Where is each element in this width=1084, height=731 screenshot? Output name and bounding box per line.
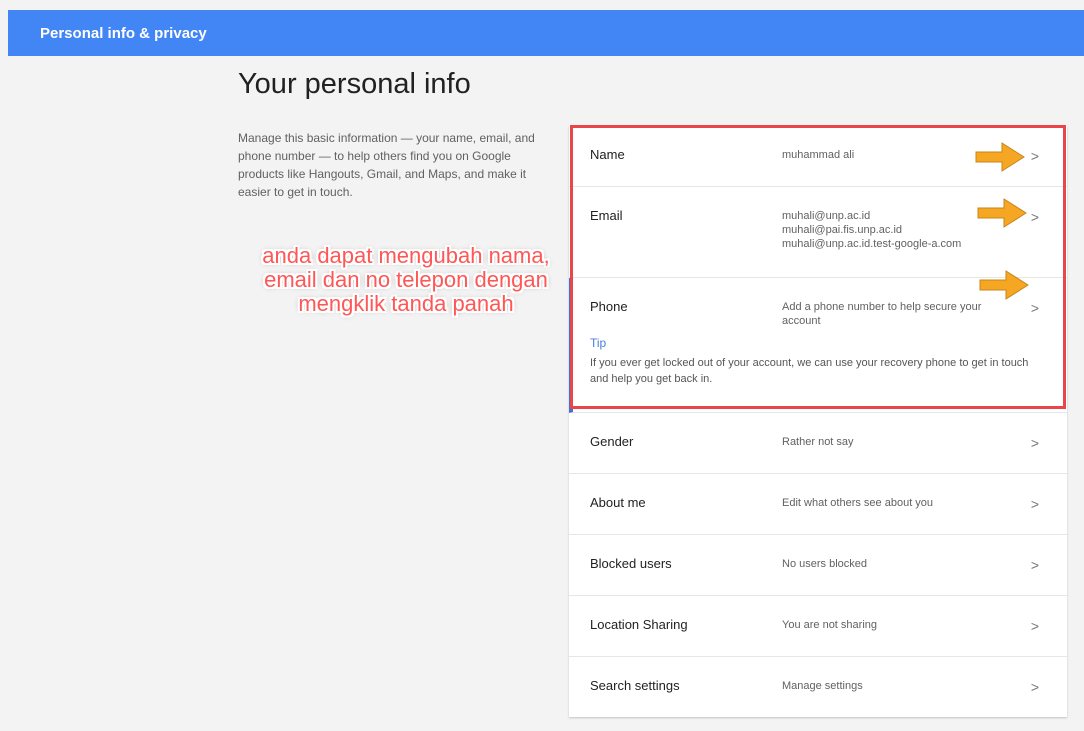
chevron-right-icon[interactable]: > <box>1031 557 1039 573</box>
tip-text: If you ever get locked out of your accou… <box>590 357 1029 385</box>
row-name[interactable]: Name muhammad ali > <box>569 126 1067 187</box>
row-label: Phone <box>590 299 628 314</box>
row-about-me[interactable]: About me Edit what others see about you … <box>569 474 1067 535</box>
row-search-settings[interactable]: Search settings Manage settings > <box>569 657 1067 717</box>
chevron-right-icon[interactable]: > <box>1031 300 1039 316</box>
top-app-bar: Personal info & privacy <box>8 10 1084 56</box>
row-label: Email <box>590 208 623 223</box>
page-description: Manage this basic information — your nam… <box>238 131 535 199</box>
app-bar-title[interactable]: Personal info & privacy <box>40 25 207 42</box>
row-label: Gender <box>590 434 634 449</box>
row-value: muhammad ali <box>782 149 855 161</box>
annotation-callout: anda dapat mengubah nama, email dan no t… <box>262 243 550 316</box>
chevron-right-icon[interactable]: > <box>1031 618 1039 634</box>
row-gender[interactable]: Gender Rather not say > <box>569 413 1067 474</box>
chevron-right-icon[interactable]: > <box>1031 209 1039 225</box>
row-value: Edit what others see about you <box>782 497 934 509</box>
chevron-right-icon[interactable]: > <box>1031 496 1039 512</box>
page-title: Your personal info <box>238 68 471 100</box>
tip-label: Tip <box>590 336 607 350</box>
chevron-right-icon[interactable]: > <box>1031 679 1039 695</box>
row-value: You are not sharing <box>782 619 877 631</box>
email-address: muhali@unp.ac.id.test-google-a.com <box>782 238 962 250</box>
email-address: muhali@pai.fis.unp.ac.id <box>782 224 903 236</box>
row-label: Location Sharing <box>590 617 688 632</box>
email-list: muhali@unp.ac.id muhali@pai.fis.unp.ac.i… <box>782 209 1002 251</box>
row-value: Rather not say <box>782 436 854 448</box>
chevron-right-icon[interactable]: > <box>1031 435 1039 451</box>
email-address: muhali@unp.ac.id <box>782 210 871 222</box>
row-label: Blocked users <box>590 556 672 571</box>
row-label: Name <box>590 147 625 162</box>
row-blocked-users[interactable]: Blocked users No users blocked > <box>569 535 1067 596</box>
row-value: No users blocked <box>782 558 867 570</box>
row-value: Add a phone number to help secure your a… <box>782 301 982 327</box>
personal-info-card: Name muhammad ali > Email muhali@unp.ac.… <box>569 126 1067 717</box>
row-label: Search settings <box>590 678 680 693</box>
row-label: About me <box>590 495 646 510</box>
row-phone[interactable]: Phone Add a phone number to help secure … <box>569 278 1067 413</box>
row-value: Manage settings <box>782 680 863 692</box>
chevron-right-icon[interactable]: > <box>1031 148 1039 164</box>
row-email[interactable]: Email muhali@unp.ac.id muhali@pai.fis.un… <box>569 187 1067 278</box>
row-location-sharing[interactable]: Location Sharing You are not sharing > <box>569 596 1067 657</box>
